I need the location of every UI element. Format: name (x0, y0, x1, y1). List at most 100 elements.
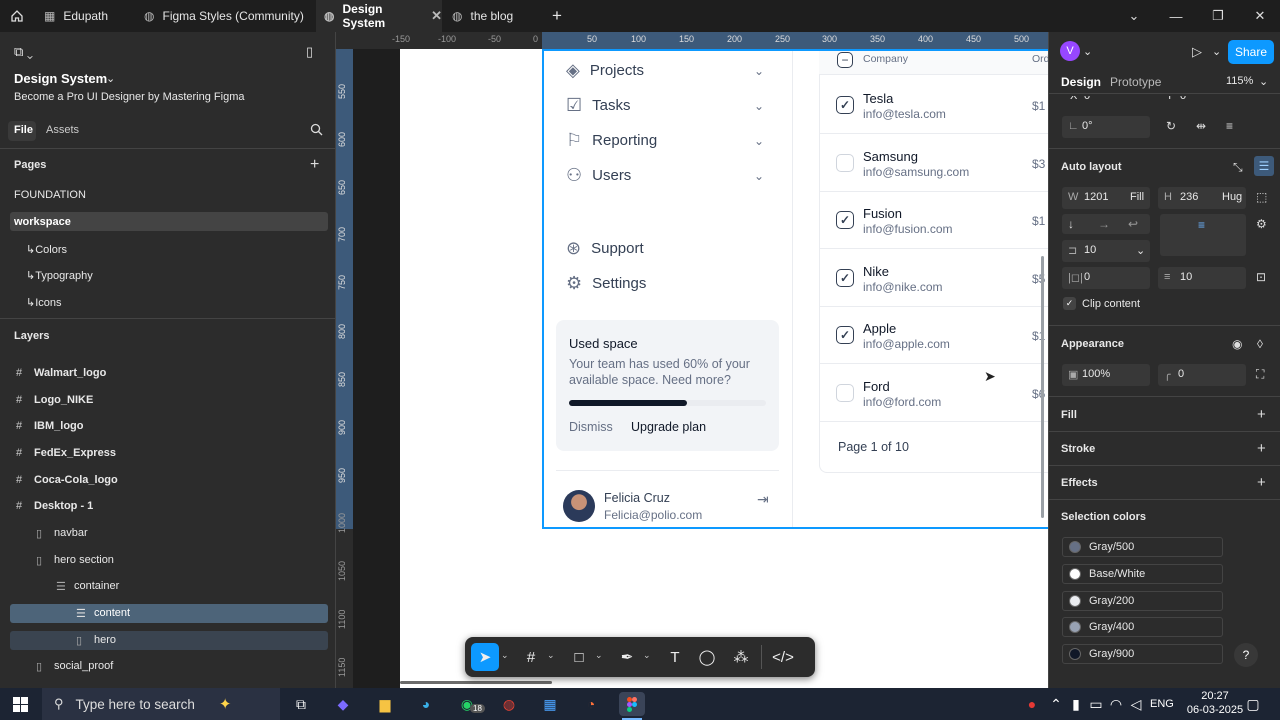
page-item[interactable]: ↳Icons (26, 296, 62, 309)
rectangle-tool-icon[interactable]: □ (565, 643, 593, 671)
layer-item[interactable]: Walmart_logo (34, 367, 106, 379)
individual-padding-icon[interactable]: ⊡ (1256, 270, 1266, 284)
tab-prototype[interactable]: Prototype (1110, 75, 1161, 89)
chevron-down-icon[interactable]: ⌄ (106, 72, 115, 85)
layer-item[interactable]: Logo_NIKE (34, 394, 93, 406)
alignment-grid[interactable]: ≡ (1160, 214, 1246, 256)
clock-time[interactable]: 20:27 (1192, 690, 1238, 702)
arrow-down-icon[interactable]: ↓ (1068, 217, 1074, 231)
move-tool-icon[interactable]: ➤ (471, 643, 499, 671)
add-fill-button[interactable]: + (1257, 406, 1266, 423)
page-item[interactable]: ↳Typography (26, 269, 93, 282)
layer-item[interactable]: Coca-Cola_logo (34, 474, 118, 486)
task-view-icon[interactable]: ⧉ (288, 692, 314, 716)
figma-icon[interactable] (619, 692, 645, 716)
w-mode[interactable]: Fill (1130, 191, 1144, 203)
add-effect-button[interactable]: + (1257, 474, 1266, 491)
layer-item[interactable]: navbar (54, 527, 88, 539)
add-page-button[interactable]: + (310, 156, 319, 174)
layer-item-content[interactable]: content (94, 607, 130, 619)
main-menu-icon[interactable]: ⧉ ⌄ (14, 44, 33, 60)
layer-item[interactable]: hero (94, 634, 116, 646)
auto-layout-toggle-icon[interactable]: ☰ (1254, 156, 1274, 176)
avatar[interactable]: V (1060, 41, 1080, 61)
sidebar-toggle-icon[interactable]: ▯ (306, 44, 313, 60)
tab-edupath[interactable]: ▦ Edupath (38, 0, 134, 32)
tab-assets[interactable]: Assets (46, 124, 79, 136)
layer-item[interactable]: Desktop - 1 (34, 500, 93, 512)
selection-color-row[interactable]: Base/White (1062, 564, 1223, 584)
layer-item[interactable]: IBM_logo (34, 420, 84, 432)
share-button[interactable]: Share (1228, 40, 1274, 64)
home-icon[interactable] (10, 0, 36, 32)
selection-color-row[interactable]: Gray/400 (1062, 617, 1223, 637)
chevron-down-icon[interactable]: ⌄ (1212, 45, 1221, 58)
search-icon[interactable] (310, 123, 323, 139)
chevron-down-icon[interactable]: ⌄ (1259, 75, 1268, 88)
tab-the-blog[interactable]: ◍ the blog (446, 0, 542, 32)
minimize-icon[interactable]: — (1156, 0, 1196, 32)
close-window-icon[interactable]: ✕ (1240, 0, 1280, 32)
file-explorer-icon[interactable]: ▆ (372, 692, 398, 716)
chevron-down-icon[interactable]: ⌄ (1083, 45, 1092, 58)
horizontal-scrollbar[interactable] (400, 681, 552, 684)
restore-icon[interactable]: ❐ (1198, 0, 1238, 32)
resize-icon[interactable]: ⬚ (1256, 190, 1267, 204)
frame-tool-icon[interactable]: # (517, 643, 545, 671)
close-icon[interactable]: ✕ (431, 8, 442, 24)
page-item[interactable]: FOUNDATION (14, 189, 86, 201)
rotation-field[interactable]: ∟ 0° (1062, 116, 1150, 138)
comment-tool-icon[interactable]: ◯ (693, 643, 721, 671)
width-field[interactable]: W 1201 Fill (1062, 187, 1150, 209)
gap-field[interactable]: ⊐ 10 ⌄ (1062, 240, 1150, 262)
rotate-icon[interactable]: ↻ (1166, 119, 1176, 133)
tab-file[interactable]: File (14, 124, 33, 136)
components-tool-icon[interactable]: ⁂ (727, 643, 755, 671)
independent-corners-icon[interactable]: ⛶ (1256, 367, 1264, 382)
taskbar-search[interactable]: ⚲ Type here to search ✦ (42, 688, 280, 720)
opacity-field[interactable]: ▣ 100% (1062, 364, 1150, 386)
edge-icon[interactable]: ◕ (413, 692, 439, 716)
corner-radius-field[interactable]: ╭ 0 (1158, 364, 1246, 386)
direction-toggle[interactable]: ↓ → ↩ (1062, 214, 1150, 234)
antivirus-icon[interactable]: ● (1019, 692, 1045, 716)
selection-color-row[interactable]: Gray/200 (1062, 591, 1223, 611)
tab-figma-styles[interactable]: ◍ Figma Styles (Community) (138, 0, 318, 32)
chevron-down-icon[interactable]: ⌄ (1136, 244, 1145, 257)
add-tab-button[interactable]: + (552, 0, 568, 32)
collapse-icon[interactable]: ⤡ (1233, 160, 1243, 175)
chevron-down-icon[interactable]: ⌄ (547, 650, 555, 661)
copilot-icon[interactable]: ◆ (330, 692, 356, 716)
pen-tool-icon[interactable]: ✒ (613, 643, 641, 671)
layer-item[interactable]: social_proof (54, 660, 113, 672)
align-center-icon[interactable]: ≡ (1198, 218, 1205, 232)
layer-item[interactable]: FedEx_Express (34, 447, 116, 459)
horizontal-padding-field[interactable]: |◻| 0 (1062, 267, 1150, 289)
dev-mode-icon[interactable]: </> (769, 643, 797, 671)
wrap-icon[interactable]: ↩ (1128, 217, 1138, 231)
eye-icon[interactable]: ◉ (1232, 337, 1242, 351)
chrome-icon[interactable]: ◍ (496, 692, 522, 716)
flip-horizontal-icon[interactable]: ⇹ (1196, 119, 1206, 133)
windows-start-icon[interactable] (7, 692, 33, 716)
chevron-down-icon[interactable]: ⌄ (1114, 0, 1154, 32)
layer-item[interactable]: container (74, 580, 119, 592)
clip-content-checkbox[interactable]: ✓ (1063, 297, 1076, 310)
text-tool-icon[interactable]: T (661, 643, 689, 671)
y-field[interactable]: Y 0 (1158, 96, 1246, 106)
settings-sliders-icon[interactable]: ⚙ (1256, 217, 1267, 231)
add-stroke-button[interactable]: + (1257, 440, 1266, 457)
firefox-icon[interactable]: ◔ (578, 692, 604, 716)
chevron-down-icon[interactable]: ⌄ (501, 650, 509, 661)
vertical-padding-field[interactable]: ≡ 10 (1158, 267, 1246, 289)
align-icon[interactable]: ≡ (1226, 119, 1233, 133)
blend-mode-icon[interactable]: ◊ (1257, 337, 1263, 351)
selection-color-row[interactable]: Gray/500 (1062, 537, 1223, 557)
file-name[interactable]: Design System (14, 71, 107, 86)
zoom-level[interactable]: 115% (1226, 75, 1253, 87)
page-item[interactable]: ↳Colors (26, 243, 67, 256)
store-icon[interactable]: ▦ (537, 692, 563, 716)
notifications-icon[interactable]: ▢ (1240, 692, 1266, 716)
page-item-workspace[interactable]: workspace (14, 216, 71, 228)
arrow-right-icon[interactable]: → (1098, 217, 1110, 231)
